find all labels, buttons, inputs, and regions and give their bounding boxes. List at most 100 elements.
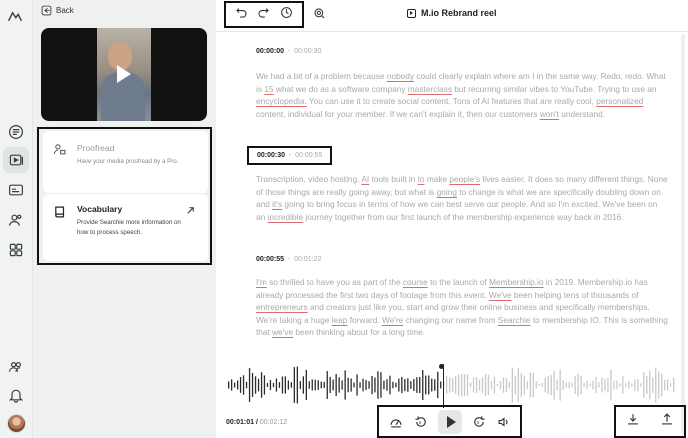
waveform-bar [490,381,493,389]
waveform-bar [425,375,427,395]
segment-timestamp[interactable]: 00:00:30 - 00:00:55 [247,146,333,165]
svg-text:5: 5 [477,420,480,425]
mountain-logo-icon[interactable] [6,7,24,25]
transcript-paragraph[interactable]: We had a bit of a problem because nobody… [256,70,668,120]
waveform-bar [673,377,675,393]
history-toolbar [224,1,304,28]
waveform-bar [508,382,510,388]
waveform-bar [649,370,651,400]
waveform-bar [499,380,502,390]
transcript-paragraph[interactable]: I'm so thrilled to have you as part of t… [256,276,668,339]
waveform-bar [335,374,337,396]
waveform-bar [395,382,397,388]
waveform-bar [664,379,666,391]
waveform-bar [631,383,633,387]
waveform-bar [428,375,430,395]
waveform-bar [661,373,663,397]
vocabulary-description: Provide Searchie more information on how… [77,219,181,236]
history-icon[interactable] [280,6,293,24]
playhead-handle[interactable] [439,364,444,369]
play-icon [446,415,456,428]
waveform-bar [305,369,307,401]
back-button[interactable]: Back [41,5,74,16]
waveform-bar [278,382,281,388]
play-icon[interactable] [117,65,131,83]
segment-timestamp[interactable]: 00:00:00 - 00:00:30 [256,48,321,55]
waveform-bar [637,379,639,391]
waveform-bar [326,371,328,399]
search-icon[interactable] [313,7,326,25]
waveform-bar [314,379,316,391]
waveform-bar [541,383,543,387]
proofread-title: Proofread [77,143,115,153]
waveform-bar [592,380,594,390]
waveform-bar [526,381,528,389]
waveform-bar [317,380,319,390]
segment-timestamp[interactable]: 00:00:55 - 00:01:22 [256,256,321,263]
video-preview[interactable] [41,28,207,121]
waveform-bar [547,376,549,394]
redo-icon[interactable] [257,6,270,24]
media-icon[interactable] [7,151,25,169]
playback-controls: 5 5 [377,405,522,438]
waveform-bar [410,381,412,389]
waveform-bar [281,376,284,394]
team-icon[interactable] [7,358,25,376]
waveform-bar [266,383,269,387]
segment-end-time: 00:00:55 [295,152,323,159]
proofread-card[interactable]: Proofread Have your media proofread by a… [43,131,208,193]
proofread-description: Have your media proofread by a Pro. [77,158,179,165]
waveform-bar [550,374,552,396]
speakers-icon[interactable] [7,211,25,229]
speed-icon[interactable] [388,414,404,430]
waveform-bar [517,368,519,402]
waveform-bar [245,381,248,389]
waveform-bar [413,379,415,391]
waveform-bar [242,375,245,395]
transcript-paragraph[interactable]: Transcription, video hosting, AI tools b… [256,173,668,223]
waveform-bar [293,367,295,403]
download-icon[interactable] [626,412,640,431]
waveform-bar [568,381,570,389]
waveform-bar [589,383,591,387]
waveform-bar [571,382,573,388]
upload-icon[interactable] [660,412,674,431]
vocabulary-card[interactable]: Vocabulary Provide Searchie more informa… [43,193,208,261]
icon-rail [0,0,33,438]
segment-start-time: 00:00:00 [256,48,285,55]
avatar[interactable] [7,414,26,433]
rewind-icon[interactable]: 5 [413,414,429,430]
forward-icon[interactable]: 5 [471,414,487,430]
scrollbar[interactable] [681,34,685,434]
waveform-bar [446,376,448,394]
waveform-bar [619,383,621,387]
captions-icon[interactable] [7,181,25,199]
waveform-bar [320,381,322,389]
waveform-bar [601,377,603,393]
undo-icon[interactable] [235,6,248,24]
waveform-bar [658,371,660,399]
chapters-icon[interactable] [7,123,25,141]
waveform-bar [416,377,418,393]
waveform-bar [380,372,382,398]
volume-icon[interactable] [496,414,512,430]
waveform-bar [466,374,469,396]
waveform-bar [296,366,298,404]
waveform-bar [586,380,588,390]
waveform-bar [386,379,388,391]
waveform-bar [469,382,472,388]
play-button[interactable] [437,409,462,434]
waveform-bar [598,382,600,388]
notifications-icon[interactable] [7,386,25,404]
segment-end-time: 00:01:22 [294,256,322,263]
segment-end-time: 00:00:30 [294,48,322,55]
external-link-icon[interactable] [185,203,196,214]
waveform-bar [377,371,379,399]
waveform-bar [538,383,540,387]
waveform-bar [604,379,606,391]
back-arrow-icon [41,5,52,16]
apps-icon[interactable] [7,241,25,259]
audio-waveform[interactable] [226,362,678,408]
waveform-bar [583,383,585,387]
waveform-bar [625,383,627,387]
